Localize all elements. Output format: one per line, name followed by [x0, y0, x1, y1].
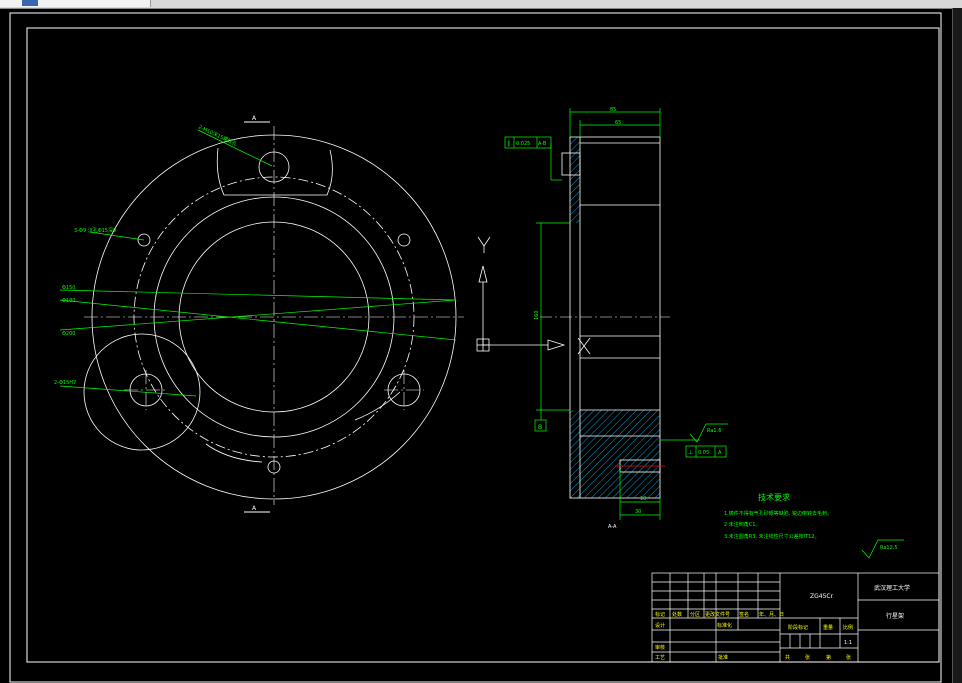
- gdt-upper-datum: A-B: [538, 141, 547, 147]
- row-label-zone: 分区: [690, 611, 700, 618]
- callout-hole-left: 3-Φ9 沉孔Φ15深9: [74, 227, 116, 234]
- hole-upper-right: [397, 233, 411, 247]
- row-label-sign: 签名: [739, 611, 749, 618]
- dim-bottom-dims: 30: [635, 509, 641, 515]
- sheet-total: 共: [785, 654, 790, 661]
- gdt-upper-value: 0.025: [516, 141, 530, 147]
- approve-label: 批准: [718, 654, 728, 661]
- gdt-lower-datum: A: [718, 450, 722, 456]
- stage-mark-label: 阶段标记: [788, 624, 808, 631]
- section-view: [540, 136, 670, 499]
- sheet-number: 第: [826, 654, 831, 661]
- scale-label: 比例: [843, 624, 853, 631]
- gdt-upper-symbol: ∥: [507, 140, 510, 147]
- weight-label: 重量: [823, 624, 833, 631]
- ucs-x-label: X: [582, 355, 583, 357]
- row-label-date: 年、月、日: [759, 611, 784, 618]
- tech-req-item-1: 1.铸件不得有气孔砂眼等缺陷, 锐边倒钝去毛刺。: [724, 510, 832, 517]
- section-label-top: A: [252, 115, 257, 122]
- right-lug-arc: [354, 391, 401, 421]
- outer-frame: [9, 12, 942, 683]
- section-label-bottom: A: [252, 505, 257, 512]
- standardize-label: 标准化: [717, 622, 732, 629]
- upper-lug: [216, 147, 333, 196]
- sheet-unit-2: 张: [846, 654, 851, 661]
- bottom-lug-arc: [205, 443, 263, 463]
- review-label: 审核: [655, 644, 665, 651]
- dim-dia-1: Φ150: [62, 285, 75, 291]
- tech-req-title: 技术要求: [758, 492, 790, 502]
- callout-hole-lower-left: 2-Φ15H7: [54, 380, 76, 386]
- tech-req-item-2: 2.未注倒角C1。: [724, 521, 760, 528]
- cad-drawing-canvas[interactable]: A A 2-M10深15螺纹孔 3-Φ9 沉孔Φ15深9 Φ150 Φ180 Φ…: [0, 0, 952, 683]
- tech-req-item-3: 3.未注圆角R3, 未注线性尺寸公差按IT12。: [724, 533, 820, 540]
- school-name: 武汉理工大学: [874, 584, 910, 592]
- sheet-unit-1: 张: [805, 654, 810, 661]
- front-dimension-lines: [59, 129, 457, 397]
- designer-label: 设计: [655, 622, 665, 629]
- dim-top-inner: 65: [615, 120, 621, 126]
- scale-value: 1:1: [844, 640, 852, 646]
- gdt-lower-symbol: ⊥: [688, 449, 693, 456]
- roughness-surface: Ra1.6: [707, 428, 721, 434]
- datum-b-label: B: [538, 424, 542, 431]
- dim-top-overall: 85: [610, 107, 616, 113]
- dim-dia-3: Φ200: [62, 331, 75, 337]
- dim-dia-2: Φ180: [62, 298, 75, 304]
- row-label-mark: 标记: [655, 611, 665, 618]
- title-block-text: ZG45Cr 武汉理工大学 行星架 标记 处数 分区 更改文件号 签名 年、月、…: [655, 584, 910, 661]
- material: ZG45Cr: [810, 593, 834, 600]
- row-label-change: 更改文件号: [705, 611, 730, 618]
- dim-bottom-small: 18: [640, 496, 646, 502]
- part-name: 行星架: [886, 612, 904, 620]
- section-view-label: A-A: [608, 524, 617, 530]
- row-label-count: 处数: [672, 611, 682, 618]
- ucs-y-label: Y: [480, 243, 481, 245]
- ucs-icon: [476, 236, 591, 355]
- front-centerlines: [84, 126, 464, 505]
- gdt-lower-value: 0.05: [698, 450, 709, 456]
- process-label: 工艺: [655, 655, 665, 661]
- dim-height: 160: [534, 310, 540, 320]
- vertical-scrollbar[interactable]: [952, 8, 962, 683]
- roughness-general: Ra12.5: [880, 545, 898, 551]
